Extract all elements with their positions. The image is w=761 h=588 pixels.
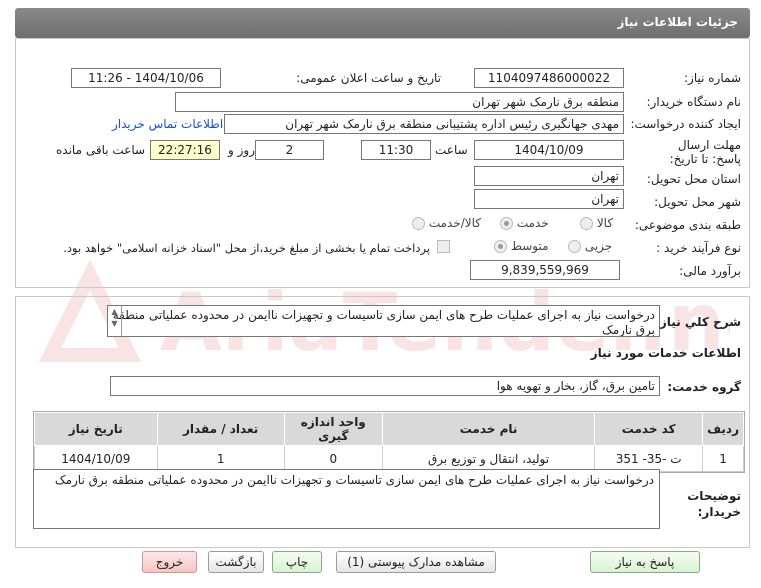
- service-group-field: تامین برق، گاز، بخار و تهویه هوا: [110, 376, 660, 396]
- scroll-up-icon: ▲: [111, 307, 118, 316]
- cell-service-name: تولید، انتقال و توزیع برق: [381, 445, 596, 472]
- province-label: استان محل تحویل:: [646, 172, 741, 186]
- window-title-bar: جزئیات اطلاعات نیاز: [15, 8, 750, 38]
- back-button[interactable]: بازگشت: [208, 551, 264, 573]
- request-creator-label: ایجاد کننده درخواست:: [630, 117, 741, 131]
- col-service-name: نام خدمت: [381, 412, 596, 446]
- announce-datetime-label: تاریخ و ساعت اعلان عمومی:: [296, 71, 441, 85]
- remaining-time-field: 22:27:16: [150, 140, 220, 160]
- col-need-date: تاریخ نیاز: [34, 412, 158, 446]
- category-service-radio[interactable]: [500, 217, 513, 230]
- remaining-time-label: ساعت باقی مانده: [56, 143, 146, 157]
- table-header-row: ردیف کد خدمت نام خدمت واحد اندازه گیری ت…: [34, 412, 744, 446]
- buyer-org-field: منطقه برق نارمک شهر تهران: [175, 92, 624, 112]
- treasury-payment-checkbox[interactable]: [437, 240, 450, 253]
- summary-label: شرح کلي نياز:: [655, 315, 741, 329]
- col-row: ردیف: [702, 412, 744, 446]
- process-medium-radio[interactable]: [494, 240, 507, 253]
- need-number-label: شماره نیاز:: [684, 71, 741, 85]
- cell-quantity: 1: [156, 445, 285, 472]
- deadline-time-label: ساعت: [435, 143, 468, 157]
- cell-need-date: 1404/10/09: [34, 445, 158, 472]
- process-option-medium-label: متوسط: [510, 239, 549, 253]
- col-quantity: تعداد / مقدار: [156, 412, 285, 446]
- payment-note: پرداخت تمام یا بخشی از مبلغ خرید،از محل …: [63, 241, 430, 255]
- category-goods-radio[interactable]: [580, 217, 593, 230]
- cell-service-code: ت -35- 351: [594, 445, 704, 472]
- scroll-down-icon: ▼: [111, 319, 118, 328]
- category-option-goods[interactable]: کالا: [580, 216, 613, 230]
- process-option-minor[interactable]: جزیی: [568, 239, 612, 253]
- print-button[interactable]: چاپ: [272, 551, 322, 573]
- announce-datetime-field: 1404/10/06 - 11:26: [71, 68, 221, 88]
- request-creator-field: مهدی جهانگیری رئیس اداره پشتیبانی منطقه …: [224, 114, 624, 134]
- buyer-contact-link[interactable]: اطلاعات تماس خریدار: [112, 117, 223, 131]
- process-option-medium[interactable]: متوسط: [494, 239, 549, 253]
- process-minor-radio[interactable]: [568, 240, 581, 253]
- services-table-wrapper: ردیف کد خدمت نام خدمت واحد اندازه گیری ت…: [33, 411, 745, 473]
- table-row[interactable]: 1 ت -35- 351 تولید، انتقال و توزیع برق 0…: [34, 445, 744, 472]
- budget-label: برآورد مالی:: [679, 264, 741, 278]
- city-field: تهران: [474, 189, 624, 209]
- summary-textarea[interactable]: درخواست نیاز به اجرای عملیات طرح های ایم…: [107, 305, 660, 337]
- cell-unit: 0: [283, 445, 383, 472]
- deadline-label: مهلت ارسال پاسخ: تا تاریخ:: [669, 138, 741, 166]
- attachments-button[interactable]: مشاهده مدارک پیوستی (1): [336, 551, 496, 573]
- services-table: ردیف کد خدمت نام خدمت واحد اندازه گیری ت…: [34, 412, 744, 472]
- city-label: شهر محل تحویل:: [654, 195, 741, 209]
- category-option-mixed-label: کالا/خدمت: [428, 216, 482, 230]
- remaining-days-field: 2: [255, 140, 324, 160]
- deadline-date-field: 1404/10/09: [474, 140, 624, 160]
- category-option-service-label: خدمت: [516, 216, 549, 230]
- category-option-mixed[interactable]: کالا/خدمت: [412, 216, 481, 230]
- need-number-field: 1104097486000022: [474, 68, 624, 88]
- col-unit: واحد اندازه گیری: [283, 412, 383, 446]
- province-field: تهران: [474, 166, 624, 186]
- process-label: نوع فرآیند خرید :: [656, 241, 741, 255]
- reply-button[interactable]: پاسخ به نیاز: [590, 551, 700, 573]
- category-option-service[interactable]: خدمت: [500, 216, 549, 230]
- category-label: طبقه بندی موضوعی:: [634, 218, 741, 232]
- days-label: روز و: [228, 143, 255, 157]
- budget-field: 9,839,559,969: [470, 260, 620, 280]
- buyer-notes-label: توضیحات خریدار:: [687, 489, 741, 519]
- exit-button[interactable]: خروج: [142, 551, 197, 573]
- buyer-notes-textarea[interactable]: درخواست نیاز به اجرای عملیات طرح های ایم…: [33, 469, 660, 529]
- category-option-goods-label: کالا: [596, 216, 614, 230]
- cell-row: 1: [702, 445, 744, 472]
- buyer-org-label: نام دستگاه خریدار:: [646, 95, 742, 109]
- category-mixed-radio[interactable]: [412, 217, 425, 230]
- service-group-label: گروه خدمت:: [667, 380, 741, 394]
- services-section-title: اطلاعات خدمات مورد نیاز: [590, 346, 741, 360]
- col-service-code: کد خدمت: [594, 412, 704, 446]
- window-title: جزئیات اطلاعات نیاز: [617, 15, 738, 29]
- deadline-time-field: 11:30: [361, 140, 431, 160]
- process-option-minor-label: جزیی: [584, 239, 613, 253]
- summary-scrollbar[interactable]: ▲ ▼: [108, 306, 122, 336]
